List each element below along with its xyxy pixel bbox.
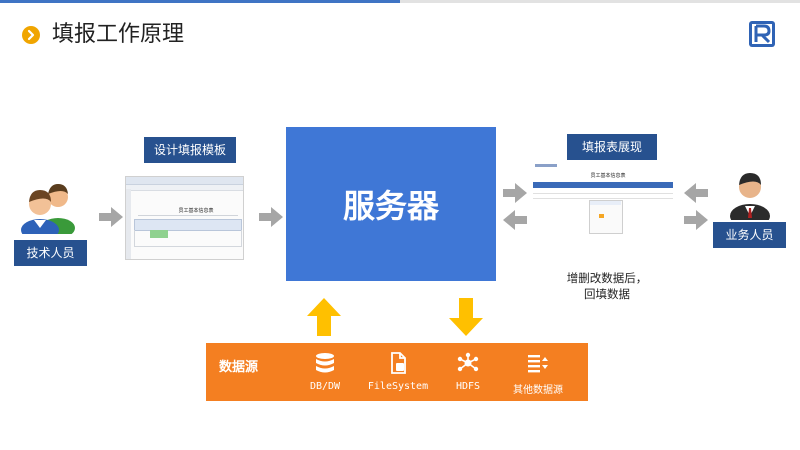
tech-staff-label: 技术人员 — [14, 240, 87, 266]
arrow-right-icon — [684, 210, 708, 230]
designer-screenshot-thumbnail: 员工基本信息表 — [125, 176, 244, 260]
brand-logo-icon — [748, 20, 776, 48]
datasource-item-filesystem: FileSystem — [362, 352, 434, 392]
datasource-item-other: 其他数据源 — [506, 352, 570, 396]
page-title: 填报工作原理 — [52, 22, 185, 47]
form-screenshot-thumbnail: 员工基本信息表 — [533, 162, 673, 242]
arrow-down-icon — [449, 298, 483, 336]
datasource-item-label: DB/DW — [309, 381, 341, 392]
datasource-item-dbdw: DB/DW — [297, 352, 353, 392]
title-bullet-icon — [22, 26, 40, 44]
writeback-note: 增删改数据后， 回填数据 — [552, 270, 662, 302]
datasource-item-hdfs: HDFS — [442, 352, 494, 392]
server-label: 服务器 — [342, 187, 439, 225]
arrow-right-icon — [259, 207, 283, 227]
design-template-label: 设计填报模板 — [144, 137, 236, 163]
top-accent-bar — [0, 0, 400, 3]
file-icon — [391, 352, 406, 374]
writeback-note-line1: 增删改数据后， — [566, 271, 648, 285]
list-sort-icon — [528, 355, 548, 373]
arrow-left-icon — [503, 210, 527, 230]
designer-table-heading: 员工基本信息表 — [178, 208, 214, 214]
datasource-item-label: HDFS — [455, 381, 481, 392]
form-display-label: 填报表展现 — [567, 134, 657, 160]
business-staff-avatar-icon — [730, 173, 770, 220]
form-table-heading: 员工基本信息表 — [590, 173, 626, 179]
business-staff-label: 业务人员 — [713, 222, 786, 248]
arrow-left-icon — [684, 183, 708, 203]
writeback-note-line2: 回填数据 — [584, 287, 630, 301]
datasource-item-label: FileSystem — [367, 381, 429, 392]
datasource-item-label: 其他数据源 — [513, 385, 563, 396]
arrow-up-icon — [307, 298, 341, 336]
arrow-right-icon — [503, 183, 527, 203]
database-icon — [316, 353, 334, 373]
datasource-title: 数据源 — [219, 360, 259, 375]
top-divider-bar — [400, 0, 800, 3]
hdfs-share-icon — [457, 352, 479, 372]
arrow-right-icon — [99, 207, 123, 227]
tech-staff-avatar-icon — [21, 184, 75, 234]
